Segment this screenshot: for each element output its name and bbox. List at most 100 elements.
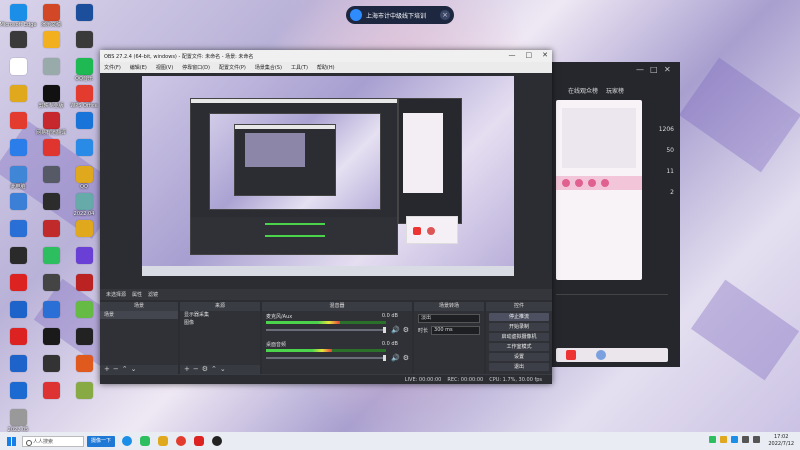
desktop-icon[interactable]: 2022.04 bbox=[66, 193, 102, 217]
desktop-icon[interactable] bbox=[66, 247, 102, 265]
stop-streaming-button[interactable]: 停止推流 bbox=[489, 313, 549, 321]
desktop-icon[interactable]: 2022.05 bbox=[0, 409, 36, 433]
menu-scene-collection[interactable]: 场景集合(S) bbox=[255, 64, 282, 71]
desktop-icon[interactable] bbox=[66, 274, 102, 292]
desktop-icon[interactable] bbox=[66, 301, 102, 319]
menu-edit[interactable]: 编辑(E) bbox=[130, 64, 147, 71]
desktop-icon[interactable] bbox=[33, 328, 69, 346]
desktop-icon[interactable] bbox=[0, 31, 36, 49]
taskbar-pinned-button[interactable]: 摄像一下 bbox=[87, 435, 116, 447]
desktop-icon[interactable] bbox=[33, 355, 69, 373]
gift-icon[interactable] bbox=[596, 350, 606, 360]
desktop-icon[interactable] bbox=[33, 301, 69, 319]
menu-tools[interactable]: 工具(T) bbox=[291, 64, 308, 71]
maximize-icon[interactable]: □ bbox=[526, 51, 533, 59]
duration-input[interactable]: 300 ms bbox=[431, 326, 480, 335]
tab-online-viewers[interactable]: 在线观众榜 bbox=[568, 86, 598, 95]
menu-profile[interactable]: 配置文件(P) bbox=[219, 64, 246, 71]
desktop-icon[interactable]: QQ音乐 bbox=[66, 58, 102, 82]
desktop-icon[interactable]: 剪映专业版 bbox=[33, 85, 69, 109]
desktop-icon[interactable] bbox=[0, 58, 36, 76]
tray-icon[interactable] bbox=[731, 436, 738, 443]
obs-preview[interactable] bbox=[142, 76, 514, 276]
properties-button[interactable]: 属性 bbox=[132, 291, 142, 298]
tray-icon[interactable] bbox=[720, 436, 727, 443]
desktop-icon[interactable] bbox=[0, 139, 36, 157]
taskbar-app[interactable] bbox=[136, 432, 154, 450]
emoji-icon[interactable] bbox=[575, 179, 583, 187]
source-item[interactable]: 显示器采集 bbox=[180, 311, 260, 319]
minimize-icon[interactable]: — bbox=[636, 65, 644, 74]
desktop-icon[interactable] bbox=[0, 382, 36, 400]
desktop-icon[interactable]: QQ bbox=[66, 166, 102, 190]
close-icon[interactable]: × bbox=[440, 10, 450, 20]
exit-button[interactable]: 退出 bbox=[489, 363, 549, 371]
volume-icon[interactable] bbox=[753, 436, 760, 443]
desktop-icon[interactable] bbox=[66, 31, 102, 49]
desktop-icon[interactable] bbox=[66, 139, 102, 157]
desktop-icon[interactable] bbox=[0, 301, 36, 319]
source-item[interactable]: 图像 bbox=[180, 319, 260, 327]
volume-slider[interactable] bbox=[266, 355, 386, 361]
minimize-icon[interactable]: — bbox=[509, 51, 516, 59]
maximize-icon[interactable]: □ bbox=[650, 65, 658, 74]
emoji-icon[interactable] bbox=[601, 179, 609, 187]
desktop-icon[interactable] bbox=[33, 58, 69, 76]
close-icon[interactable]: ✕ bbox=[542, 51, 548, 59]
taskbar-app[interactable] bbox=[208, 432, 226, 450]
speaker-icon[interactable]: 🔊 bbox=[391, 354, 400, 362]
tray-icon[interactable] bbox=[709, 436, 716, 443]
gear-icon[interactable]: ⚙ bbox=[403, 354, 409, 362]
filters-button[interactable]: 滤镜 bbox=[148, 291, 158, 298]
desktop-icon[interactable] bbox=[33, 193, 69, 211]
dock-footer[interactable]: +−⌃⌄ bbox=[100, 365, 178, 374]
desktop-icon[interactable] bbox=[66, 355, 102, 373]
taskbar-app[interactable] bbox=[118, 432, 136, 450]
desktop-icon[interactable]: WPS Office bbox=[66, 85, 102, 109]
desktop-icon[interactable]: Microsoft Edge bbox=[0, 4, 36, 28]
volume-slider[interactable] bbox=[266, 327, 386, 333]
taskbar-app[interactable] bbox=[190, 432, 208, 450]
gift-icon[interactable] bbox=[566, 350, 576, 360]
desktop-icon[interactable] bbox=[66, 112, 102, 130]
menu-file[interactable]: 文件(F) bbox=[104, 64, 121, 71]
gear-icon[interactable]: ⚙ bbox=[403, 326, 409, 334]
virtual-camera-button[interactable]: 启动虚拟摄像机 bbox=[489, 333, 549, 341]
tab-players[interactable]: 玩家榜 bbox=[606, 86, 624, 95]
desktop-icon[interactable] bbox=[33, 139, 69, 157]
desktop-icon[interactable]: 此电脑 bbox=[0, 166, 36, 190]
network-icon[interactable] bbox=[742, 436, 749, 443]
close-icon[interactable]: ✕ bbox=[664, 65, 671, 74]
speaker-icon[interactable]: 🔊 bbox=[391, 326, 400, 334]
slider-knob[interactable] bbox=[383, 355, 386, 361]
desktop-icon[interactable]: 网易有道翻译 bbox=[33, 112, 69, 136]
desktop-icon[interactable] bbox=[66, 382, 102, 400]
taskbar-app[interactable] bbox=[154, 432, 172, 450]
desktop-icon[interactable] bbox=[0, 220, 36, 238]
slider-knob[interactable] bbox=[383, 327, 386, 333]
desktop-icon[interactable] bbox=[33, 382, 69, 400]
desktop-icon[interactable] bbox=[0, 85, 36, 103]
obs-title-bar[interactable]: OBS 27.2.4 (64-bit, windows) - 配置文件: 未命名… bbox=[100, 50, 552, 62]
taskbar-clock[interactable]: 17:02 2022/7/12 bbox=[768, 434, 794, 448]
taskbar-search[interactable]: 人人搜索 bbox=[22, 435, 84, 447]
desktop-icon[interactable] bbox=[33, 247, 69, 265]
desktop-icon[interactable] bbox=[0, 193, 36, 211]
start-button[interactable] bbox=[0, 432, 22, 450]
desktop-icon[interactable] bbox=[0, 247, 36, 265]
desktop-icon[interactable]: 演示文稿 bbox=[33, 4, 69, 28]
menu-docks[interactable]: 停靠窗口(D) bbox=[182, 64, 210, 71]
emoji-icon[interactable] bbox=[562, 179, 570, 187]
desktop-icon[interactable] bbox=[33, 220, 69, 238]
studio-mode-button[interactable]: 工作室模式 bbox=[489, 343, 549, 351]
transition-select[interactable]: 淡出 bbox=[418, 314, 480, 323]
notification-pill[interactable]: 上海市计中级线下培训 × bbox=[346, 6, 454, 24]
desktop-icon[interactable] bbox=[0, 112, 36, 130]
scene-item[interactable]: 场景 bbox=[100, 311, 178, 319]
desktop-icon[interactable] bbox=[66, 4, 102, 22]
desktop-icon[interactable] bbox=[33, 166, 69, 184]
desktop-icon[interactable] bbox=[33, 31, 69, 49]
emoji-icon[interactable] bbox=[588, 179, 596, 187]
start-recording-button[interactable]: 开始录制 bbox=[489, 323, 549, 331]
desktop-icon[interactable] bbox=[0, 274, 36, 292]
